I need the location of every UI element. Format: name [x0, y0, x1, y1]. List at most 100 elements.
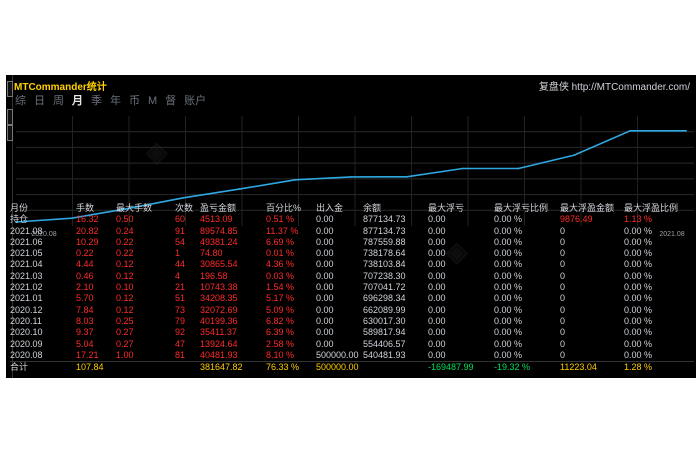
cell: 32072.69 [200, 304, 238, 315]
tab-0[interactable]: 综 [14, 94, 27, 108]
cell: 0.12 [116, 304, 134, 315]
cell: 2020.09 [10, 338, 43, 349]
cell: 0.01 % [266, 248, 295, 259]
equity-point [350, 175, 352, 178]
cell: 0 [560, 259, 566, 270]
cell: 手数 [76, 203, 95, 213]
edge-marker [7, 125, 13, 141]
cell: 0.12 [116, 293, 134, 304]
cell: 盈亏金额 [200, 203, 237, 213]
cell: 554406.57 [363, 338, 406, 349]
tab-4[interactable]: 季 [90, 94, 103, 108]
cell: 6.82 % [266, 315, 295, 326]
cell: 0.24 [116, 225, 134, 236]
cell: 4513.09 [200, 214, 233, 225]
cell: 34208.35 [200, 293, 238, 304]
cell: 54 [175, 236, 186, 247]
cell: 1.00 [116, 349, 134, 360]
cell: 0 [560, 236, 566, 247]
cell: 0.00 [316, 327, 334, 338]
cell: 2020.11 [10, 315, 42, 326]
cell: 787559.88 [363, 236, 406, 247]
cell: 0 [560, 282, 566, 293]
tab-7[interactable]: M [147, 94, 158, 108]
cell: 30865.54 [200, 259, 238, 270]
tab-8[interactable]: 督 [164, 94, 177, 108]
table-row: 2021.01 5.70 0.12 51 34208.35 5.17 % 0.00 69629… [10, 293, 694, 304]
cell: 0.03 % [266, 270, 295, 281]
cell: 500000.00 [316, 349, 359, 360]
cell: 2021.04 [10, 259, 43, 270]
cell: 35411.37 [200, 327, 237, 338]
cell: 0.25 [116, 315, 134, 326]
cell: 0.00 % [494, 270, 523, 281]
stats-table: 月份 手数 最大手数 次数 盈亏金额 百分比% 出入金 余额 最大浮亏 最大浮亏比例 最大浮盈金额最… [10, 203, 694, 373]
cell: 0.00 [316, 293, 334, 304]
cell: 107.84 [76, 362, 104, 373]
cell: 5.70 [76, 293, 94, 304]
cell: 0.00 % [494, 248, 523, 259]
cell: 74.80 [200, 248, 223, 259]
equity-point [629, 129, 632, 132]
cell: 0.00 % [494, 304, 523, 315]
tab-6[interactable]: 币 [128, 94, 141, 108]
cell: 最大手数 [116, 203, 153, 213]
cell: 4.44 [76, 259, 94, 270]
cell: 0 [560, 270, 566, 281]
cell: 707238.30 [363, 270, 406, 281]
cell: 13924.64 [200, 338, 238, 349]
cell: 0.00 % [624, 338, 653, 349]
tab-2[interactable]: 周 [52, 94, 65, 108]
cell: 0.00 % [494, 236, 523, 247]
cell: 0 [560, 248, 566, 259]
cell: 17.21 [76, 349, 99, 360]
cell: 0.00 [316, 282, 334, 293]
brand-link[interactable]: 复盘侠 http://MTCommander.com/ [539, 78, 690, 93]
cell: 8.10 % [266, 349, 295, 360]
cell: 0.00 % [494, 327, 523, 338]
tab-1[interactable]: 日 [33, 94, 46, 108]
cell: 0 [560, 327, 566, 338]
equity-point [573, 154, 576, 156]
cell: 0.00 [316, 236, 334, 247]
cell: 1 [175, 248, 181, 259]
cell: 1.13 % [624, 214, 653, 225]
cell: 696298.34 [363, 293, 406, 304]
cell: 0 [560, 304, 566, 315]
cell: 出入金 [316, 203, 344, 213]
cell: 余额 [363, 203, 382, 213]
equity-point [294, 178, 297, 181]
cell: 51 [175, 293, 186, 304]
cell: 持仓 [10, 214, 29, 225]
tab-9[interactable]: 账户 [183, 94, 207, 108]
cell: 2021.05 [10, 248, 43, 259]
tab-3[interactable]: 月 [71, 94, 84, 108]
cell: 0.00 % [494, 225, 523, 236]
cell: 0.27 [116, 338, 134, 349]
equity-point [405, 175, 408, 178]
table-row: 2020.12 7.84 0.12 73 32072.69 5.09 % 0.00 66208… [10, 305, 694, 316]
equity-point [182, 196, 185, 199]
cell: 0.00 [316, 248, 334, 259]
cell: 0.22 [76, 248, 94, 259]
cell: 0.00 [428, 259, 446, 270]
cell: 738103.84 [363, 259, 406, 270]
cell: 0.00 [428, 338, 446, 349]
cell: 0.00 [428, 315, 446, 326]
position-row: 持仓 16.32 0.50 60 4513.09 0.51 % 0.00 877134.73 0… [10, 214, 694, 225]
cell: 0.22 [116, 236, 134, 247]
cell: 589817.94 [363, 327, 406, 338]
cell: 最大浮盈比例 [624, 203, 679, 213]
equity-point [517, 167, 520, 170]
cell: 540481.93 [363, 349, 406, 360]
cell: 196.58 [200, 270, 228, 281]
cell: 0.00 [428, 304, 446, 315]
cell: 0 [560, 293, 566, 304]
cell: 0.50 [116, 214, 134, 225]
title-bar: MTCommander统计 复盘侠 http://MTCommander.com… [14, 77, 694, 93]
table-row: 2021.04 4.44 0.12 44 30865.54 4.36 % 0.00 73810… [10, 259, 694, 270]
tab-5[interactable]: 年 [109, 94, 122, 108]
cell: 2021.08 [10, 225, 43, 236]
cell: 1.28 % [624, 362, 653, 373]
window-title: MTCommander统计 [14, 82, 107, 93]
